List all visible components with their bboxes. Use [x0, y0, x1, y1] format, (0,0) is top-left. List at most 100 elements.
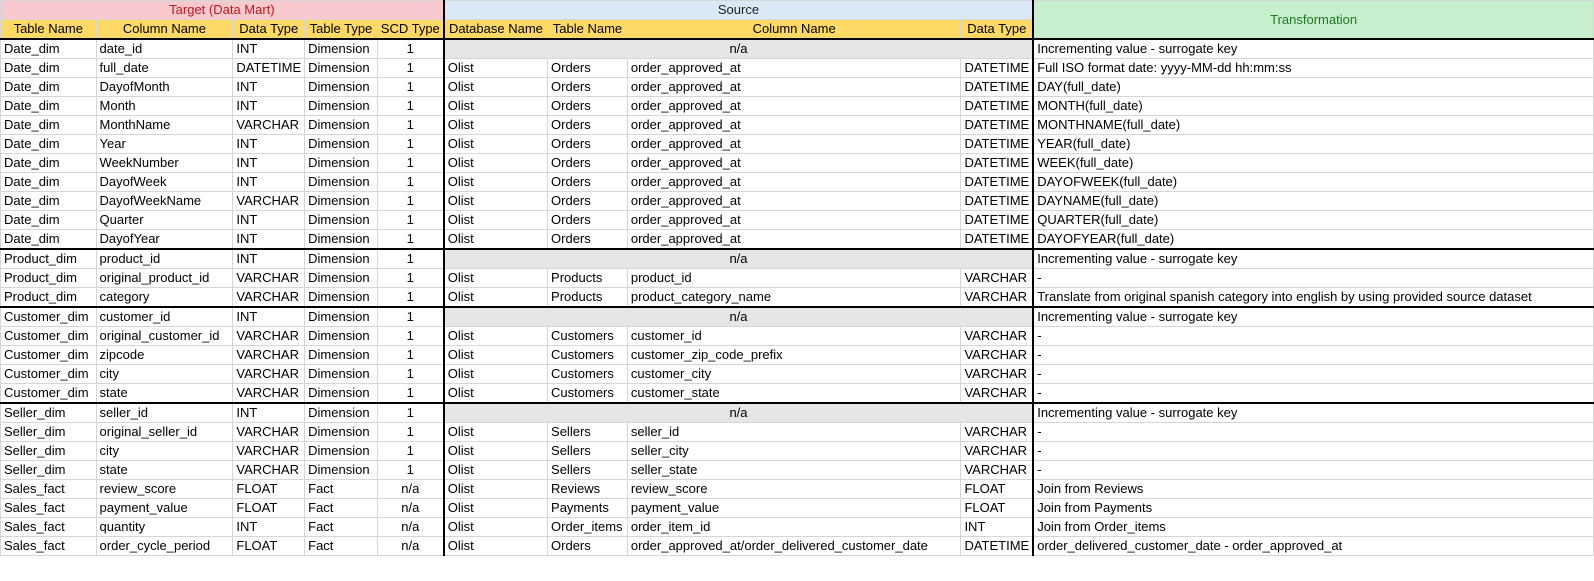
source-column-name-cell[interactable]: order_approved_at	[626, 77, 962, 97]
target-table-type-cell[interactable]: Dimension	[304, 306, 378, 327]
source-database-name-cell[interactable]: Olist	[442, 441, 549, 461]
target-table-type-cell[interactable]: Dimension	[304, 402, 378, 423]
target-column-name-cell[interactable]: state	[95, 383, 234, 404]
target-data-type-cell[interactable]: INT	[232, 402, 306, 423]
source-column-name-cell[interactable]: customer_state	[626, 383, 962, 404]
transformation-cell[interactable]: Full ISO format date: yyyy-MM-dd hh:mm:s…	[1032, 58, 1594, 78]
source-column-name-cell[interactable]: order_approved_at	[626, 115, 962, 135]
target-table-name-cell[interactable]: Sales_fact	[0, 498, 97, 518]
transformation-cell[interactable]: MONTHNAME(full_date)	[1032, 115, 1594, 135]
target-table-type-cell[interactable]: Dimension	[304, 345, 378, 365]
target-table-name-cell[interactable]: Date_dim	[0, 153, 97, 173]
target-column-name-cell[interactable]: DayofMonth	[95, 77, 234, 97]
target-table-type-cell[interactable]: Fact	[304, 498, 378, 518]
target-scd-type-cell[interactable]: 1	[376, 460, 445, 480]
target-data-type-cell[interactable]: VARCHAR	[232, 460, 306, 480]
source-table-name-cell[interactable]: Orders	[547, 210, 628, 230]
target-column-name-cell[interactable]: quantity	[95, 517, 234, 537]
target-data-type-cell[interactable]: INT	[232, 172, 306, 192]
target-data-type-cell[interactable]: FLOAT	[232, 498, 306, 518]
target-column-name-cell[interactable]: payment_value	[95, 498, 234, 518]
col-header-target-scd-type[interactable]: SCD Type	[376, 19, 445, 40]
col-header-target-table-name[interactable]: Table Name	[0, 19, 97, 40]
target-data-type-cell[interactable]: FLOAT	[232, 536, 306, 556]
source-table-name-cell[interactable]: Orders	[547, 191, 628, 211]
target-column-name-cell[interactable]: state	[95, 460, 234, 480]
target-table-name-cell[interactable]: Date_dim	[0, 229, 97, 250]
source-table-name-cell[interactable]: Customers	[547, 345, 628, 365]
source-table-name-cell[interactable]: Customers	[547, 364, 628, 384]
target-column-name-cell[interactable]: customer_id	[95, 306, 234, 327]
source-column-name-cell[interactable]: seller_id	[626, 422, 962, 442]
target-table-type-cell[interactable]: Dimension	[304, 229, 378, 250]
target-scd-type-cell[interactable]: 1	[376, 210, 445, 230]
source-data-type-cell[interactable]: VARCHAR	[960, 422, 1034, 442]
target-table-type-cell[interactable]: Dimension	[304, 441, 378, 461]
target-scd-type-cell[interactable]: 1	[376, 77, 445, 97]
transformation-cell[interactable]: DAYOFWEEK(full_date)	[1032, 172, 1594, 192]
source-na-cell[interactable]: n/a	[442, 306, 1034, 327]
target-data-type-cell[interactable]: INT	[232, 96, 306, 116]
source-database-name-cell[interactable]: Olist	[442, 383, 549, 404]
target-table-type-cell[interactable]: Dimension	[304, 58, 378, 78]
target-table-name-cell[interactable]: Date_dim	[0, 191, 97, 211]
source-table-name-cell[interactable]: Orders	[547, 536, 628, 556]
source-database-name-cell[interactable]: Olist	[442, 498, 549, 518]
source-database-name-cell[interactable]: Olist	[442, 345, 549, 365]
target-scd-type-cell[interactable]: 1	[376, 345, 445, 365]
target-data-type-cell[interactable]: VARCHAR	[232, 441, 306, 461]
target-table-type-cell[interactable]: Dimension	[304, 134, 378, 154]
transformation-cell[interactable]: Incrementing value - surrogate key	[1032, 306, 1594, 327]
source-database-name-cell[interactable]: Olist	[442, 229, 549, 250]
target-column-name-cell[interactable]: date_id	[95, 38, 234, 59]
source-column-name-cell[interactable]: order_approved_at	[626, 58, 962, 78]
target-table-name-cell[interactable]: Customer_dim	[0, 326, 97, 346]
transformation-cell[interactable]: Translate from original spanish category…	[1032, 287, 1594, 308]
transformation-cell[interactable]: Join from Payments	[1032, 498, 1594, 518]
target-column-name-cell[interactable]: Month	[95, 96, 234, 116]
target-scd-type-cell[interactable]: 1	[376, 229, 445, 250]
target-column-name-cell[interactable]: Year	[95, 134, 234, 154]
target-data-type-cell[interactable]: INT	[232, 306, 306, 327]
col-header-source-data-type[interactable]: Data Type	[960, 19, 1034, 40]
target-column-name-cell[interactable]: original_customer_id	[95, 326, 234, 346]
source-data-type-cell[interactable]: DATETIME	[960, 172, 1034, 192]
source-table-name-cell[interactable]: Orders	[547, 153, 628, 173]
source-table-name-cell[interactable]: Sellers	[547, 460, 628, 480]
col-header-target-column-name[interactable]: Column Name	[95, 19, 234, 40]
transformation-cell[interactable]: Incrementing value - surrogate key	[1032, 38, 1594, 59]
source-table-name-cell[interactable]: Orders	[547, 96, 628, 116]
target-scd-type-cell[interactable]: 1	[376, 191, 445, 211]
target-column-name-cell[interactable]: WeekNumber	[95, 153, 234, 173]
source-data-type-cell[interactable]: VARCHAR	[960, 287, 1034, 308]
target-table-type-cell[interactable]: Fact	[304, 517, 378, 537]
target-table-type-cell[interactable]: Dimension	[304, 191, 378, 211]
source-database-name-cell[interactable]: Olist	[442, 134, 549, 154]
target-table-type-cell[interactable]: Dimension	[304, 153, 378, 173]
transformation-cell[interactable]: Incrementing value - surrogate key	[1032, 402, 1594, 423]
target-column-name-cell[interactable]: Quarter	[95, 210, 234, 230]
source-database-name-cell[interactable]: Olist	[442, 191, 549, 211]
target-scd-type-cell[interactable]: 1	[376, 38, 445, 59]
transformation-cell[interactable]: DAYNAME(full_date)	[1032, 191, 1594, 211]
target-data-type-cell[interactable]: VARCHAR	[232, 287, 306, 308]
target-scd-type-cell[interactable]: 1	[376, 287, 445, 308]
source-database-name-cell[interactable]: Olist	[442, 96, 549, 116]
target-table-name-cell[interactable]: Sales_fact	[0, 479, 97, 499]
target-group-header[interactable]: Target (Data Mart)	[0, 0, 445, 20]
transformation-cell[interactable]: -	[1032, 268, 1594, 288]
source-table-name-cell[interactable]: Orders	[547, 77, 628, 97]
target-table-type-cell[interactable]: Dimension	[304, 383, 378, 404]
target-scd-type-cell[interactable]: n/a	[376, 479, 445, 499]
source-data-type-cell[interactable]: VARCHAR	[960, 460, 1034, 480]
target-data-type-cell[interactable]: INT	[232, 210, 306, 230]
source-database-name-cell[interactable]: Olist	[442, 287, 549, 308]
target-scd-type-cell[interactable]: 1	[376, 306, 445, 327]
source-table-name-cell[interactable]: Orders	[547, 229, 628, 250]
source-column-name-cell[interactable]: order_approved_at	[626, 191, 962, 211]
col-header-target-table-type[interactable]: Table Type	[304, 19, 378, 40]
target-column-name-cell[interactable]: DayofYear	[95, 229, 234, 250]
source-column-name-cell[interactable]: product_category_name	[626, 287, 962, 308]
source-data-type-cell[interactable]: DATETIME	[960, 96, 1034, 116]
target-table-name-cell[interactable]: Sales_fact	[0, 536, 97, 556]
